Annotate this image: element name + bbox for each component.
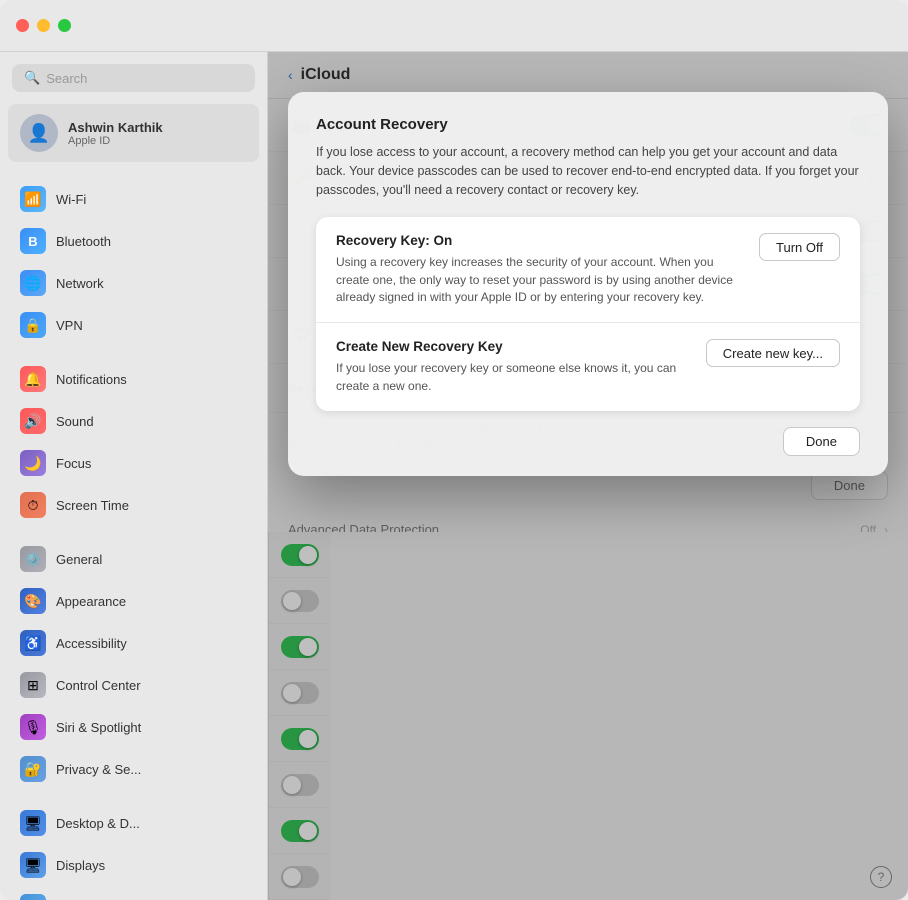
sidebar-item-desktop[interactable]: 🖥 Desktop & D... [8, 803, 259, 843]
sidebar-item-bluetooth[interactable]: B Bluetooth [8, 221, 259, 261]
network-icon: 🌐 [20, 270, 46, 296]
sidebar-label-displays: Displays [56, 858, 105, 873]
create-new-content: Create New Recovery Key If you lose your… [336, 339, 690, 395]
modal-title: Account Recovery [316, 116, 860, 133]
main-window: 🔍 Search 👤 Ashwin Karthik Apple ID 📶 Wi-… [0, 0, 908, 900]
search-placeholder: Search [46, 71, 87, 86]
wifi-icon: 📶 [20, 186, 46, 212]
sidebar-item-appearance[interactable]: 🎨 Appearance [8, 581, 259, 621]
sound-icon: 🔊 [20, 408, 46, 434]
sidebar-item-siri[interactable]: 🎙 Siri & Spotlight [8, 707, 259, 747]
sidebar-label-bluetooth: Bluetooth [56, 234, 111, 249]
sidebar-label-screentime: Screen Time [56, 498, 129, 513]
sidebar-label-wifi: Wi-Fi [56, 192, 86, 207]
modal-done-row: Done [316, 427, 860, 456]
wallpaper-icon: 🖼 [20, 894, 46, 900]
accessibility-icon: ♿ [20, 630, 46, 656]
sidebar-label-accessibility: Accessibility [56, 636, 127, 651]
search-icon: 🔍 [24, 70, 40, 86]
create-new-key-button[interactable]: Create new key... [706, 339, 840, 367]
recovery-key-on-title: Recovery Key: On [336, 233, 743, 248]
bluetooth-icon: B [20, 228, 46, 254]
create-new-desc: If you lose your recovery key or someone… [336, 360, 690, 395]
sidebar-label-network: Network [56, 276, 104, 291]
siri-icon: 🎙 [20, 714, 46, 740]
recovery-key-on-desc: Using a recovery key increases the secur… [336, 254, 743, 306]
focus-icon: 🌙 [20, 450, 46, 476]
user-profile[interactable]: 👤 Ashwin Karthik Apple ID [8, 104, 259, 162]
general-icon: ⚙️ [20, 546, 46, 572]
title-bar [0, 0, 908, 52]
modal-done-button[interactable]: Done [783, 427, 860, 456]
content-area: 🔍 Search 👤 Ashwin Karthik Apple ID 📶 Wi-… [0, 52, 908, 900]
sidebar-label-focus: Focus [56, 456, 91, 471]
vpn-icon: 🔒 [20, 312, 46, 338]
create-new-recovery-section: Create New Recovery Key If you lose your… [316, 323, 860, 411]
sidebar-label-vpn: VPN [56, 318, 83, 333]
main-panel: ‹ iCloud 📷 Photos 🔑 Password & Keychain [268, 52, 908, 900]
minimize-button[interactable] [37, 19, 50, 32]
screentime-icon: ⏱ [20, 492, 46, 518]
modal-container: Account Recovery If you lose access to y… [288, 92, 888, 476]
user-name: Ashwin Karthik [68, 120, 163, 135]
create-new-title: Create New Recovery Key [336, 339, 690, 354]
user-info: Ashwin Karthik Apple ID [68, 120, 163, 147]
traffic-lights [16, 19, 71, 32]
sidebar-item-wifi[interactable]: 📶 Wi-Fi [8, 179, 259, 219]
sidebar-item-notifications[interactable]: 🔔 Notifications [8, 359, 259, 399]
sidebar-label-appearance: Appearance [56, 594, 126, 609]
desktop-icon: 🖥 [20, 810, 46, 836]
sidebar-label-siri: Siri & Spotlight [56, 720, 141, 735]
account-recovery-modal: Account Recovery If you lose access to y… [288, 92, 888, 476]
sidebar-item-network[interactable]: 🌐 Network [8, 263, 259, 303]
appearance-icon: 🎨 [20, 588, 46, 614]
avatar: 👤 [20, 114, 58, 152]
sidebar-label-desktop: Desktop & D... [56, 816, 140, 831]
sidebar-item-displays[interactable]: 🖥 Displays [8, 845, 259, 885]
sidebar-item-sound[interactable]: 🔊 Sound [8, 401, 259, 441]
sidebar-item-controlcenter[interactable]: ⊞ Control Center [8, 665, 259, 705]
sidebar-item-focus[interactable]: 🌙 Focus [8, 443, 259, 483]
sidebar-item-general[interactable]: ⚙️ General [8, 539, 259, 579]
recovery-key-on-content: Recovery Key: On Using a recovery key in… [336, 233, 743, 306]
sidebar-label-general: General [56, 552, 102, 567]
sidebar-label-controlcenter: Control Center [56, 678, 141, 693]
sidebar-label-sound: Sound [56, 414, 94, 429]
notifications-icon: 🔔 [20, 366, 46, 392]
search-box[interactable]: 🔍 Search [12, 64, 255, 92]
sidebar-item-screentime[interactable]: ⏱ Screen Time [8, 485, 259, 525]
close-button[interactable] [16, 19, 29, 32]
maximize-button[interactable] [58, 19, 71, 32]
sidebar: 🔍 Search 👤 Ashwin Karthik Apple ID 📶 Wi-… [0, 52, 268, 900]
overlay-backdrop: Account Recovery If you lose access to y… [268, 52, 908, 900]
sidebar-item-vpn[interactable]: 🔒 VPN [8, 305, 259, 345]
sidebar-item-accessibility[interactable]: ♿ Accessibility [8, 623, 259, 663]
recovery-key-on-row: Recovery Key: On Using a recovery key in… [336, 233, 840, 306]
sidebar-label-privacy: Privacy & Se... [56, 762, 141, 777]
sidebar-label-notifications: Notifications [56, 372, 127, 387]
displays-icon: 🖥 [20, 852, 46, 878]
user-subtitle: Apple ID [68, 135, 163, 147]
recovery-key-on-section: Recovery Key: On Using a recovery key in… [316, 217, 860, 323]
modal-description: If you lose access to your account, a re… [316, 143, 860, 199]
create-new-recovery-row: Create New Recovery Key If you lose your… [336, 339, 840, 395]
turn-off-button[interactable]: Turn Off [759, 233, 840, 261]
controlcenter-icon: ⊞ [20, 672, 46, 698]
modal-card: Recovery Key: On Using a recovery key in… [316, 217, 860, 411]
sidebar-item-privacy[interactable]: 🔐 Privacy & Se... [8, 749, 259, 789]
privacy-icon: 🔐 [20, 756, 46, 782]
sidebar-item-wallpaper[interactable]: 🖼 Wallpaper [8, 887, 259, 900]
